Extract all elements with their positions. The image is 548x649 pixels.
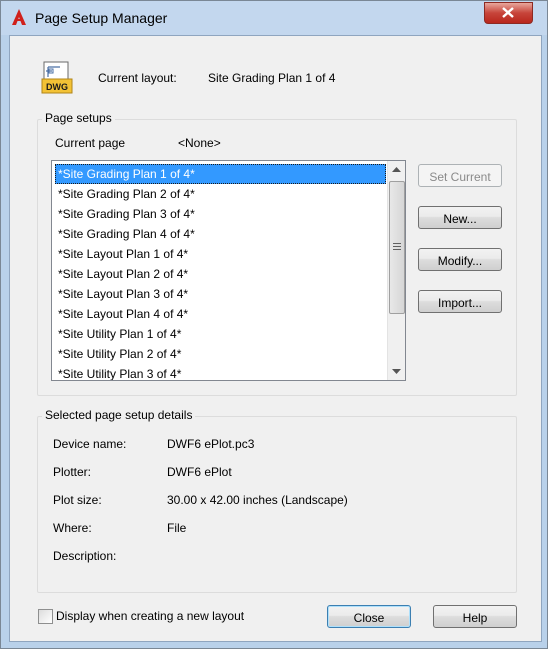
vertical-scrollbar[interactable] (387, 161, 405, 380)
page-setup-list-item[interactable]: *Site Utility Plan 3 of 4* (55, 364, 386, 380)
current-layout-value: Site Grading Plan 1 of 4 (208, 71, 336, 85)
page-setup-list-item[interactable]: *Site Layout Plan 3 of 4* (55, 284, 386, 304)
close-x-icon (502, 7, 514, 18)
help-button[interactable]: Help (433, 605, 517, 628)
current-layout-label: Current layout: (98, 71, 177, 85)
where-label: Where: (53, 521, 92, 535)
title-bar[interactable]: Page Setup Manager (1, 1, 547, 35)
where-value: File (167, 521, 187, 535)
window-title: Page Setup Manager (35, 10, 168, 26)
autocad-a-icon (12, 9, 26, 25)
window-close-button[interactable] (484, 2, 533, 24)
import-button[interactable]: Import... (418, 290, 502, 313)
plot-size-value: 30.00 x 42.00 inches (Landscape) (167, 493, 348, 507)
page-setup-list-item[interactable]: *Site Grading Plan 3 of 4* (55, 204, 386, 224)
page-setup-list-item[interactable]: *Site Layout Plan 4 of 4* (55, 304, 386, 324)
device-name-value: DWF6 ePlot.pc3 (167, 437, 255, 451)
plotter-value: DWF6 ePlot (167, 465, 232, 479)
page-setup-list-item[interactable]: *Site Layout Plan 1 of 4* (55, 244, 386, 264)
page-setup-list-item[interactable]: *Site Utility Plan 1 of 4* (55, 324, 386, 344)
page-setups-group-title: Page setups (42, 111, 115, 125)
plot-size-label: Plot size: (53, 493, 102, 507)
set-current-button[interactable]: Set Current (418, 164, 502, 187)
page-setup-list-item[interactable]: *Site Grading Plan 1 of 4* (55, 164, 386, 184)
page-setup-list-item[interactable]: *Site Utility Plan 2 of 4* (55, 344, 386, 364)
device-name-label: Device name: (53, 437, 127, 451)
details-group-title: Selected page setup details (42, 408, 196, 422)
scroll-down-arrow-icon[interactable] (388, 363, 405, 380)
scroll-up-arrow-icon[interactable] (388, 161, 405, 178)
current-page-label: Current page (55, 136, 126, 150)
plotter-label: Plotter: (53, 465, 92, 479)
current-page-value: <None> (178, 136, 221, 150)
page-setup-manager-window: Page Setup Manager DWG Current layout: S… (0, 0, 548, 649)
display-on-new-layout-label[interactable]: Display when creating a new layout (56, 609, 244, 623)
scroll-thumb[interactable] (389, 181, 405, 314)
modify-button[interactable]: Modify... (418, 248, 502, 271)
close-button[interactable]: Close (327, 605, 411, 628)
new-button[interactable]: New... (418, 206, 502, 229)
page-setup-list-item[interactable]: *Site Layout Plan 2 of 4* (55, 264, 386, 284)
display-on-new-layout-checkbox[interactable] (38, 609, 53, 624)
page-setup-list-item[interactable]: *Site Grading Plan 2 of 4* (55, 184, 386, 204)
page-setup-list-item[interactable]: *Site Grading Plan 4 of 4* (55, 224, 386, 244)
svg-text:DWG: DWG (46, 82, 68, 92)
dialog-body: DWG Current layout: Site Grading Plan 1 … (9, 35, 542, 642)
page-setups-list[interactable]: *Site Grading Plan 1 of 4* *Site Grading … (51, 160, 406, 381)
dwg-file-icon: DWG (41, 61, 73, 94)
description-label: Description: (53, 549, 117, 563)
